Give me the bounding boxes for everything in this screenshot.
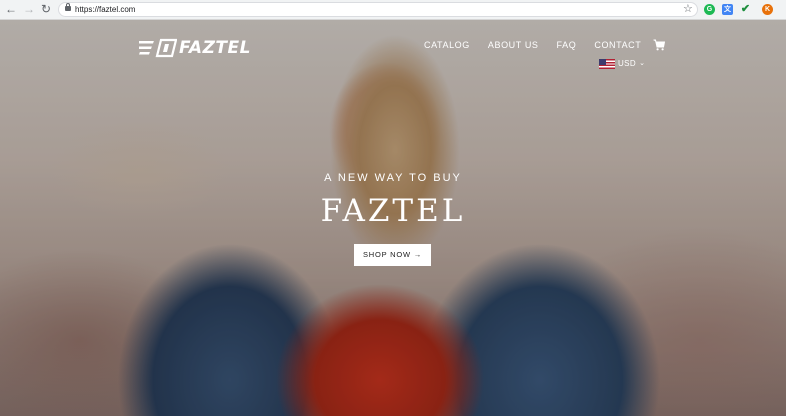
us-flag-icon bbox=[599, 59, 615, 69]
translate-icon[interactable]: 文 bbox=[722, 4, 733, 15]
star-icon[interactable]: ☆ bbox=[683, 3, 693, 15]
currency-code: USD bbox=[618, 59, 637, 68]
cart-icon[interactable] bbox=[653, 39, 666, 51]
check-icon[interactable]: ✔ bbox=[740, 4, 751, 15]
shop-now-button[interactable]: SHOP NOW → bbox=[354, 244, 431, 266]
nav-contact[interactable]: CONTACT bbox=[594, 39, 641, 51]
logo-mark-icon bbox=[139, 38, 177, 58]
back-icon[interactable]: ← bbox=[4, 2, 18, 16]
url-text[interactable]: https://faztel.com bbox=[75, 4, 135, 15]
grammarly-icon[interactable]: G bbox=[704, 4, 715, 15]
reload-icon[interactable]: ↻ bbox=[39, 2, 53, 16]
currency-selector[interactable]: USD ⌄ bbox=[599, 59, 645, 69]
chevron-down-icon: ⌄ bbox=[639, 60, 645, 67]
browser-toolbar: ← → ↻ https://faztel.com ☆ G 文 ✔ K bbox=[0, 0, 786, 20]
hero-banner: FAZTEL CATALOG ABOUT US FAQ CONTACT USD … bbox=[0, 20, 786, 416]
site-logo[interactable]: FAZTEL bbox=[139, 38, 251, 58]
hero-title: FAZTEL bbox=[320, 193, 466, 229]
hero-tagline: A NEW WAY TO BUY bbox=[324, 172, 462, 184]
address-bar[interactable]: https://faztel.com bbox=[58, 2, 698, 17]
forward-icon[interactable]: → bbox=[22, 2, 36, 16]
avatar[interactable]: K bbox=[762, 4, 773, 15]
nav-about-us[interactable]: ABOUT US bbox=[488, 39, 539, 51]
logo-text: FAZTEL bbox=[179, 38, 251, 58]
nav-faq[interactable]: FAQ bbox=[557, 39, 577, 51]
main-nav: CATALOG ABOUT US FAQ CONTACT bbox=[424, 39, 666, 51]
nav-catalog[interactable]: CATALOG bbox=[424, 39, 470, 51]
lock-icon bbox=[65, 3, 71, 11]
